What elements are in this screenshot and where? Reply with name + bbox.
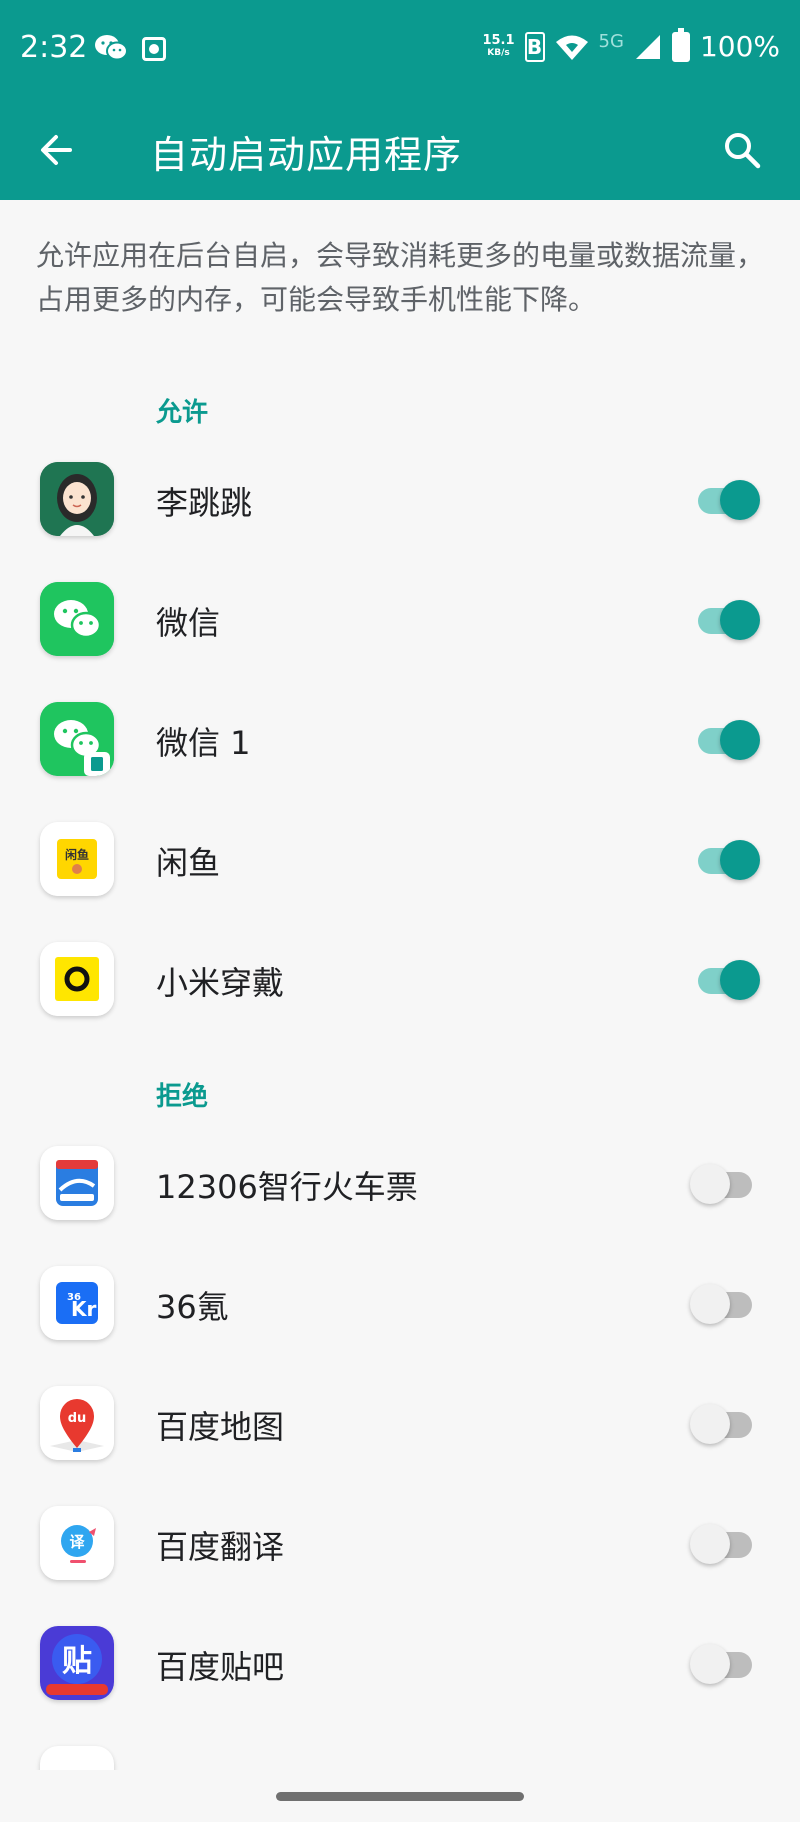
app-name: 闲鱼 (156, 844, 221, 882)
arrow-left-icon (41, 135, 72, 165)
autostart-toggle[interactable] (690, 1642, 760, 1684)
36kr-icon: 36 Kr (40, 1266, 114, 1340)
hd-badge: B (524, 31, 545, 62)
autostart-toggle[interactable] (690, 478, 760, 520)
autostart-toggle[interactable] (690, 1162, 760, 1204)
status-time: 2:32 (20, 30, 88, 65)
autostart-toggle[interactable] (690, 1402, 760, 1444)
baidu-tieba-icon: 贴 (40, 1626, 114, 1700)
svg-text:译: 译 (69, 1533, 85, 1551)
net-speed-value: 15.1 (482, 32, 515, 48)
search-button[interactable] (714, 122, 770, 178)
li-tiaotiao-icon (40, 462, 114, 536)
section-allowed-label: 允许 (156, 398, 209, 428)
app-row-baidu-tieba[interactable]: 贴 百度贴吧 (0, 1602, 800, 1722)
app-name: 百度贴吧 (156, 1648, 285, 1686)
app-name: 百度翻译 (156, 1528, 285, 1566)
app-name: 微信 1 (156, 724, 251, 762)
svg-text:闲鱼: 闲鱼 (65, 847, 89, 862)
svg-text:du: du (68, 1411, 87, 1426)
battery-level: 100% (699, 30, 780, 63)
wechat-icon (40, 582, 114, 656)
network-type: 5G (598, 31, 624, 52)
app-name: 36氪 (156, 1288, 229, 1326)
page-title: 自动启动应用程序 (150, 133, 463, 177)
autostart-toggle[interactable] (690, 1282, 760, 1324)
back-button[interactable] (30, 122, 86, 178)
autostart-toggle[interactable] (690, 1522, 760, 1564)
baidu-map-icon: du (40, 1386, 114, 1460)
autostart-toggle[interactable] (690, 838, 760, 880)
app-row-baidu-map[interactable]: du 百度地图 (0, 1362, 800, 1482)
svg-text:Kr: Kr (71, 1297, 96, 1321)
app-row-36kr[interactable]: 36 Kr 36氪 (0, 1242, 800, 1362)
app-name: 李跳跳 (156, 484, 253, 522)
train-ticket-icon (40, 1146, 114, 1220)
app-row-wechat[interactable]: 微信 (0, 558, 800, 678)
autostart-toggle[interactable] (690, 958, 760, 1000)
app-name: 12306智行火车票 (156, 1168, 418, 1206)
autostart-toggle[interactable] (690, 718, 760, 760)
mi-wear-icon (40, 942, 114, 1016)
app-bar: 自动启动应用程序 (0, 100, 800, 200)
xianyu-icon: 闲鱼 (40, 822, 114, 896)
battery-icon (671, 27, 690, 62)
svg-text:贴: 贴 (62, 1644, 92, 1679)
app-row-mi-wear[interactable]: 小米穿戴 (0, 918, 800, 1038)
app-row-wechat-clone[interactable]: 微信 1 (0, 678, 800, 798)
net-speed-unit: KB/s (487, 47, 510, 58)
app-row-baidu-translate[interactable]: 译 百度翻译 (0, 1482, 800, 1602)
status-right-group: 15.1 KB/s B 5G 100% (482, 27, 780, 63)
baidu-translate-icon: 译 (40, 1506, 114, 1580)
status-bar: 2:32 15.1 KB/s B 5G 100% (0, 0, 800, 100)
description-text: 允许应用在后台自启，会导致消耗更多的电量或数据流量，占用更多的内存，可能会导致手… (36, 239, 765, 316)
camera-notification-icon (142, 37, 166, 61)
search-icon (725, 133, 761, 169)
home-indicator[interactable] (276, 1792, 524, 1801)
app-row-litiaotiao[interactable]: 李跳跳 (0, 438, 800, 558)
app-name: 百度地图 (156, 1408, 285, 1446)
app-row-xianyu[interactable]: 闲鱼 闲鱼 (0, 798, 800, 918)
app-name: 微信 (156, 604, 221, 642)
wechat-clone-icon (40, 702, 114, 776)
wechat-notification-icon (95, 35, 128, 61)
app-row-12306[interactable]: 12306智行火车票 (0, 1122, 800, 1242)
app-name: 小米穿戴 (156, 964, 285, 1002)
app-row-partial[interactable] (0, 1722, 800, 1770)
app-icon-partial (40, 1746, 114, 1770)
autostart-toggle[interactable] (690, 598, 760, 640)
net-speed: 15.1 KB/s (482, 34, 514, 60)
section-denied-label: 拒绝 (156, 1082, 209, 1112)
wifi-icon (555, 35, 588, 60)
signal-icon (635, 34, 660, 59)
